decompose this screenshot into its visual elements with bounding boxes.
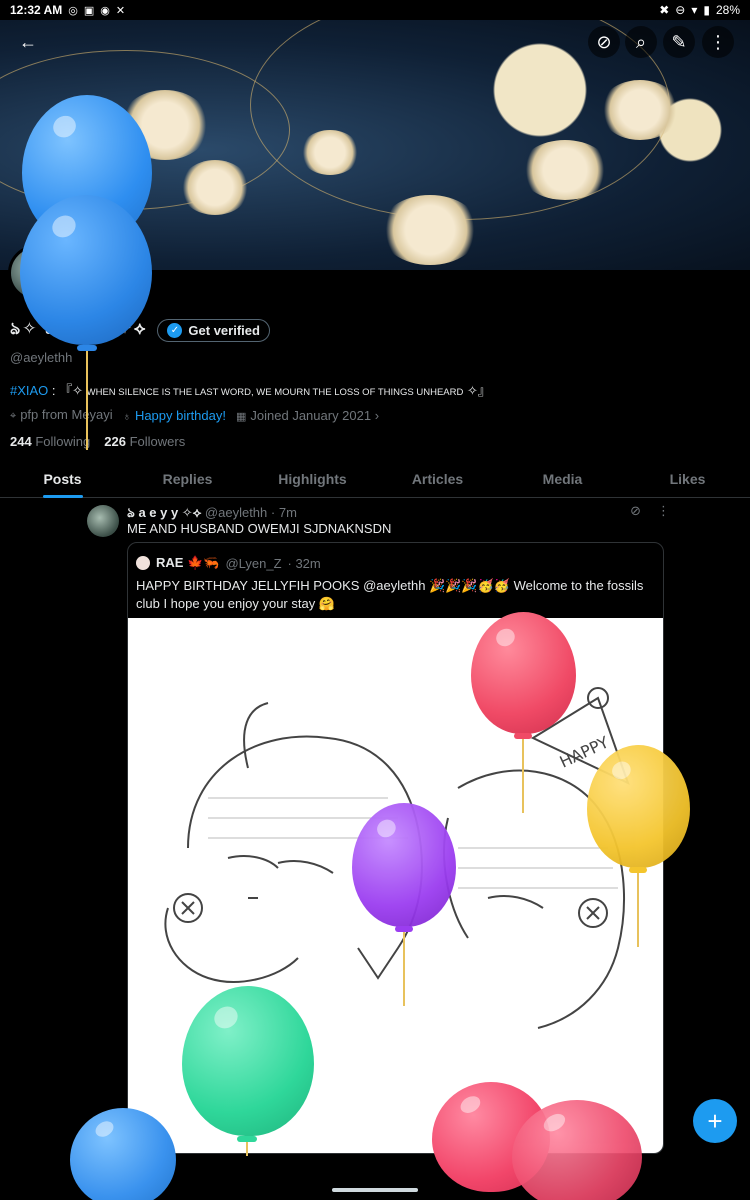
get-verified-label: Get verified [188, 322, 260, 338]
quote-time: · 32m [287, 555, 321, 571]
balloon-icon: ♁ [122, 410, 131, 423]
lotus-flower [520, 140, 610, 200]
post-handle[interactable]: @aeylethh [205, 505, 267, 520]
instagram-icon: ▣ [83, 4, 95, 17]
x-icon: ✕ [115, 4, 126, 17]
post-actions: ⊘ ⋮ [630, 503, 670, 519]
balloon-knot [395, 926, 413, 932]
balloon-knot [629, 867, 647, 873]
get-verified-button[interactable]: ✓ Get verified [157, 318, 270, 342]
quote-text: HAPPY BIRTHDAY JELLYFIH POOKS @aeylethh … [136, 578, 644, 611]
lotus-flower [180, 160, 250, 215]
balloon-string [637, 872, 639, 947]
balloon-string [86, 350, 88, 450]
battery-level: 28% [715, 3, 740, 17]
calendar-icon: ▦ [236, 410, 247, 423]
lotus-flower [300, 130, 360, 175]
bio-hashtag[interactable]: #XIAO [10, 383, 48, 398]
following-link[interactable]: 244 Following [10, 434, 90, 449]
balloon-string [403, 931, 405, 1006]
tab-articles[interactable]: Articles [375, 462, 500, 497]
verified-check-icon: ✓ [167, 322, 183, 338]
battery-icon: ▮ [703, 3, 710, 17]
profile-handle: @aeylethh [10, 350, 73, 365]
compose-post-button[interactable]: + [693, 1099, 737, 1143]
post-author[interactable]: ঌ a e y y ✧⟡ [127, 505, 201, 520]
follow-counts: 244 Following 226 Followers [10, 434, 185, 449]
gesture-nav-bar[interactable] [332, 1188, 418, 1192]
status-time: 12:32 AM [10, 3, 63, 17]
location-pin-icon: ⌖ [10, 410, 17, 422]
balloon-knot [237, 1136, 257, 1142]
whatsapp-icon: ◎ [68, 4, 78, 17]
post-time: · 7m [270, 505, 297, 520]
quote-header: RAE 🍁🦐 @Lyen_Z · 32m [136, 555, 321, 571]
tab-likes[interactable]: Likes [625, 462, 750, 497]
notification-icons: ◎ ▣ ◉ ✕ [68, 4, 125, 17]
red-balloon [471, 612, 576, 734]
bio-text: : 『✧ [48, 383, 87, 398]
profile-meta: ⌖ pfp from Meyayi ♁ Happy birthday! ▦ Joine… [10, 407, 379, 423]
grok-icon[interactable]: ⊘ [588, 26, 620, 58]
tab-posts[interactable]: Posts [0, 462, 125, 498]
plus-icon: + [707, 1105, 723, 1136]
birthday-item: ♁ Happy birthday! [122, 407, 226, 423]
purple-balloon [352, 803, 456, 927]
search-icon[interactable]: ⌕ [625, 26, 657, 58]
grok-icon[interactable]: ⊘ [630, 503, 641, 519]
profile-tabs: Posts Replies Highlights Articles Media … [0, 462, 750, 498]
balloon-knot [77, 345, 97, 351]
balloon-knot [514, 733, 532, 739]
green-balloon [182, 986, 314, 1136]
back-arrow-icon[interactable]: ← [12, 26, 44, 58]
more-options-icon[interactable]: ⋮ [702, 26, 734, 58]
location-item: ⌖ pfp from Meyayi [10, 407, 113, 422]
lotus-flower [380, 195, 480, 265]
post-author-avatar[interactable] [87, 505, 119, 537]
discord-icon: ◉ [100, 4, 110, 17]
balloon-string [246, 1141, 248, 1156]
profile-bio: #XIAO : 『✧ WHEN SILENCE IS THE LAST WORD… [10, 380, 491, 399]
followers-link[interactable]: 226 Followers [104, 434, 185, 449]
balloon-string [522, 738, 524, 813]
top-bar: ← ⊘ ⌕ ✎ ⋮ [0, 24, 750, 60]
wifi-icon: ▾ [691, 3, 698, 17]
lotus-flower [600, 80, 680, 140]
tab-replies[interactable]: Replies [125, 462, 250, 497]
blue-balloon [20, 195, 152, 345]
bio-end: ✧』 [463, 383, 491, 398]
joined-item[interactable]: ▦ Joined January 2021 › [236, 408, 379, 423]
tab-media[interactable]: Media [500, 462, 625, 497]
dnd-icon: ⊖ [675, 3, 686, 17]
post-text: ME AND HUSBAND OWEMJI SJDNAKNSDN [127, 521, 392, 536]
yellow-balloon [587, 745, 690, 868]
status-bar: 12:32 AM ◎ ▣ ◉ ✕ ✖ ⊖ ▾ ▮ 28% [0, 0, 750, 20]
quote-avatar [136, 556, 150, 570]
mute-icon: ✖ [659, 3, 670, 17]
chevron-right-icon: › [374, 407, 380, 423]
bio-caps-text: WHEN SILENCE IS THE LAST WORD, WE MOURN … [86, 387, 464, 398]
quote-handle: @Lyen_Z [225, 555, 282, 571]
more-icon[interactable]: ⋮ [657, 503, 670, 519]
quote-author: RAE 🍁🦐 [156, 555, 220, 570]
tab-highlights[interactable]: Highlights [250, 462, 375, 497]
edit-icon[interactable]: ✎ [663, 26, 695, 58]
